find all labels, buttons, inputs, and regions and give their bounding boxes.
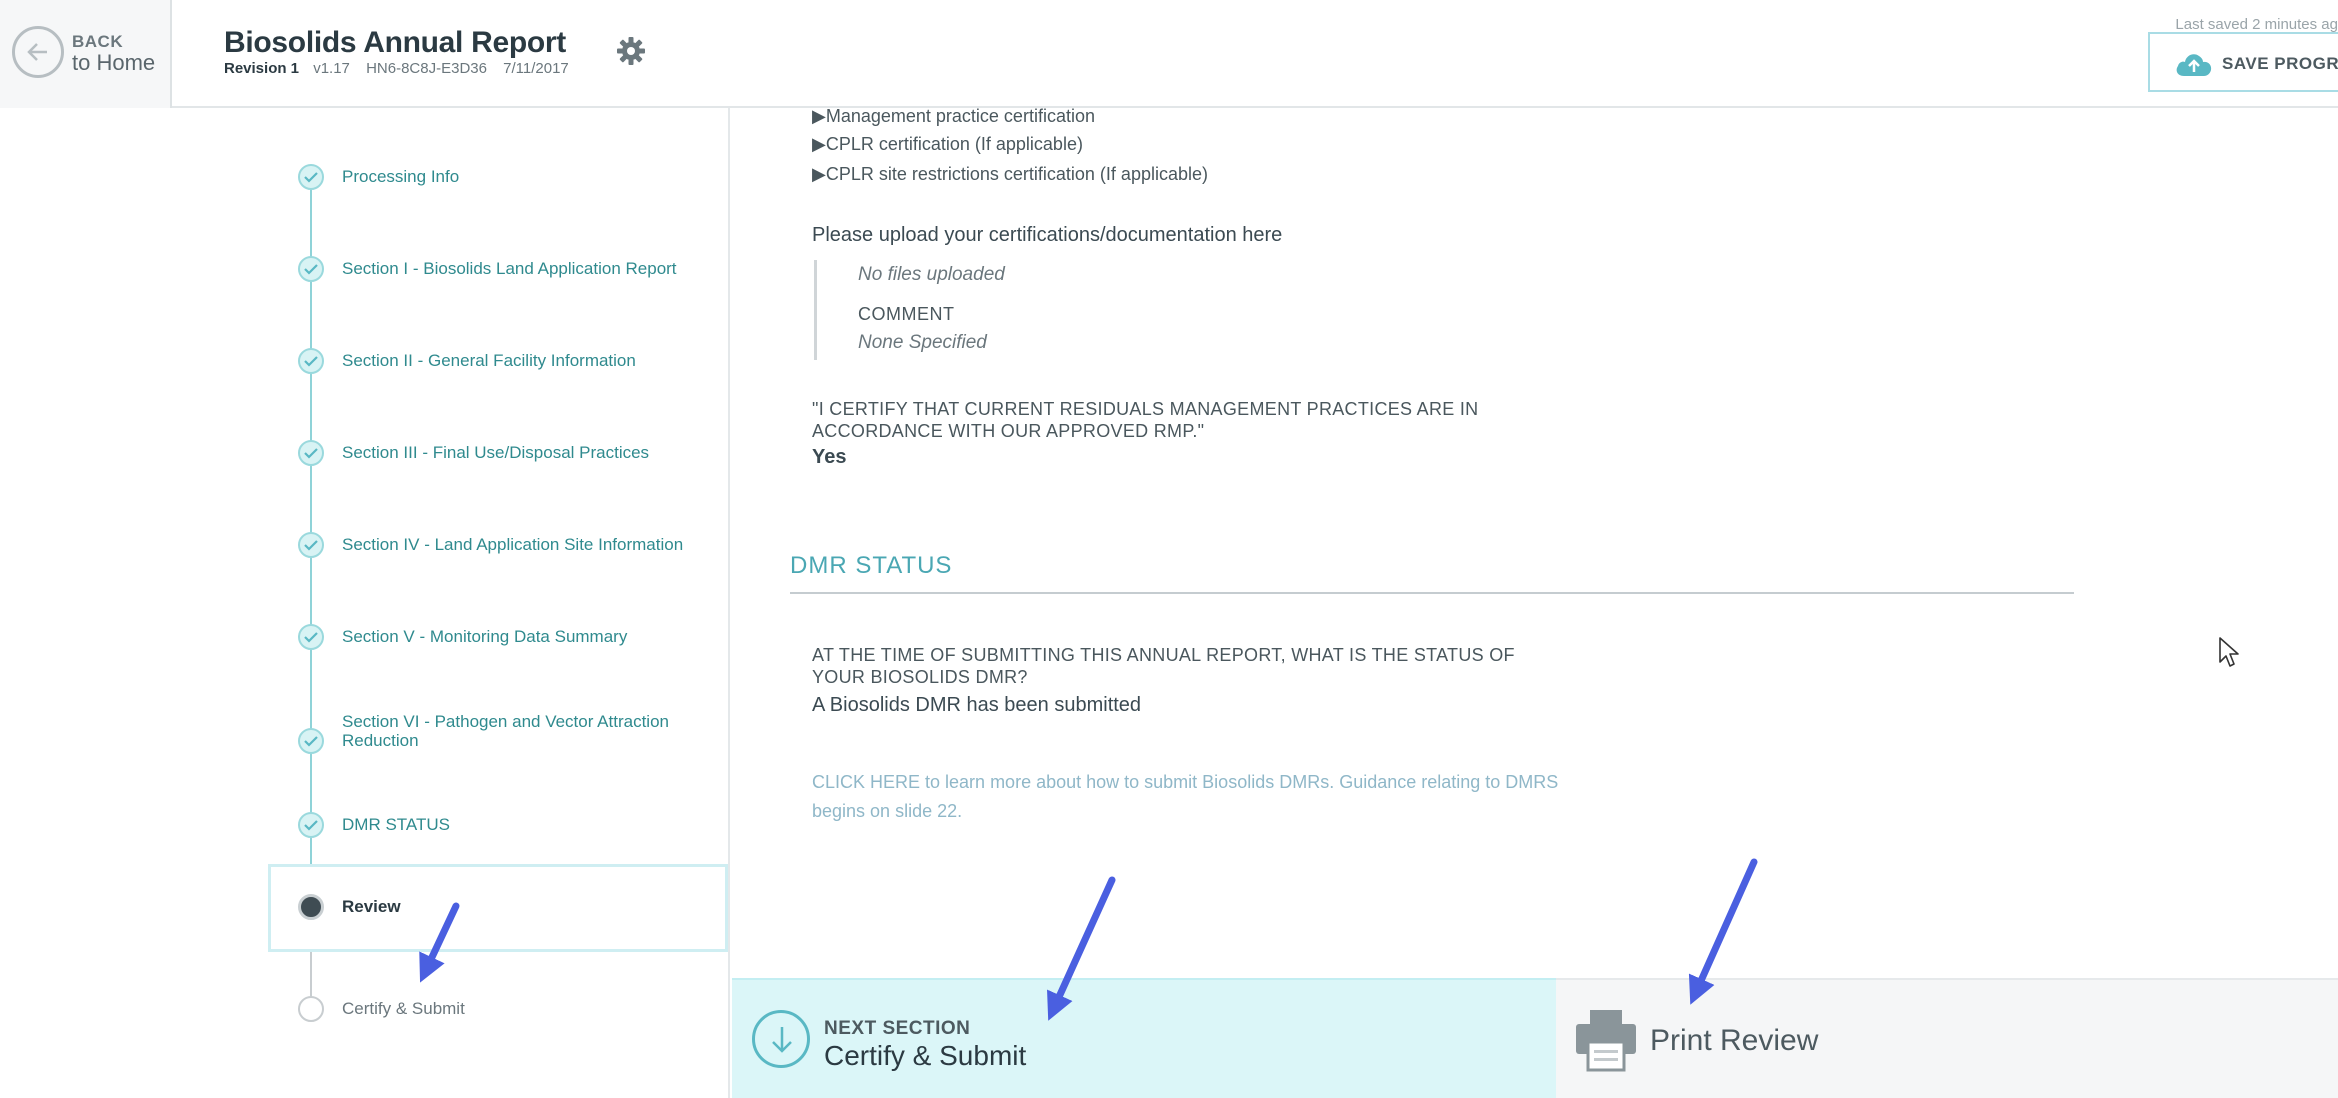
page-title: Biosolids Annual Report — [224, 26, 566, 59]
report-date: 7/11/2017 — [503, 60, 569, 77]
next-section-name: Certify & Submit — [824, 1040, 1027, 1071]
cloud-upload-icon — [2176, 54, 2212, 76]
section-divider — [790, 592, 2074, 594]
sidebar-item-label: Section III - Final Use/Disposal Practic… — [342, 443, 650, 462]
dmr-answer: A Biosolids DMR has been submitted — [812, 694, 1142, 716]
cert-list-item: ▶CPLR site restrictions certification (I… — [812, 164, 1208, 184]
print-review-label: Print Review — [1650, 1024, 1819, 1057]
printer-icon — [1576, 1010, 1636, 1072]
sidebar-item-section-5[interactable]: Section V - Monitoring Data Summary — [0, 608, 730, 668]
back-arrow-icon — [12, 26, 64, 78]
review-content: ▶Management practice certification ▶CPLR… — [732, 106, 2338, 978]
check-icon — [298, 812, 324, 838]
last-saved-status: Last saved 2 minutes ag — [2175, 16, 2338, 33]
sidebar-item-label: Section I - Biosolids Land Application R… — [342, 259, 677, 278]
comment-value: None Specified — [858, 332, 987, 353]
save-progress-button[interactable]: SAVE PROGRESS — [2148, 32, 2338, 92]
revision-label: Revision 1 — [224, 60, 300, 77]
dmr-status-heading: DMR STATUS — [790, 552, 953, 579]
back-label: BACK — [72, 32, 124, 51]
sidebar-item-section-2[interactable]: Section II - General Facility Informatio… — [0, 332, 730, 392]
upload-details-bar — [814, 260, 817, 360]
certify-answer: Yes — [812, 446, 847, 468]
current-step-highlight — [268, 864, 728, 952]
section-navigation: Processing Info Section I - Biosolids La… — [0, 108, 730, 1098]
check-icon — [298, 256, 324, 282]
upload-section-title: Please upload your certifications/docume… — [812, 224, 1283, 246]
sidebar-item-section-4[interactable]: Section IV - Land Application Site Infor… — [0, 516, 730, 576]
sidebar-item-section-1[interactable]: Section I - Biosolids Land Application R… — [0, 240, 730, 300]
report-meta: Revision 1 v1.17 HN6-8C8J-E3D36 7/11/201… — [224, 60, 581, 77]
comment-label: COMMENT — [858, 304, 955, 324]
check-icon — [298, 532, 324, 558]
sidebar-item-section-6[interactable]: Section VI - Pathogen and Vector Attract… — [0, 700, 730, 780]
check-icon — [298, 164, 324, 190]
check-icon — [298, 728, 324, 754]
sidebar-item-review[interactable]: Review — [0, 864, 730, 952]
sidebar-item-label: DMR STATUS — [342, 815, 450, 834]
cert-list-item: ▶Management practice certification — [812, 106, 1095, 126]
certify-question: "I CERTIFY THAT CURRENT RESIDUALS MANAGE… — [812, 399, 1479, 441]
no-files-text: No files uploaded — [858, 264, 1005, 285]
check-icon — [298, 440, 324, 466]
sidebar-item-label: Section II - General Facility Informatio… — [342, 351, 636, 370]
sidebar-item-section-3[interactable]: Section III - Final Use/Disposal Practic… — [0, 424, 730, 484]
sidebar-item-processing-info[interactable]: Processing Info — [0, 148, 730, 208]
current-step-icon — [298, 894, 324, 920]
sidebar-item-label: Review — [342, 897, 401, 916]
gear-icon[interactable] — [616, 36, 646, 71]
sidebar-item-label: Certify & Submit — [342, 999, 465, 1018]
check-icon — [298, 348, 324, 374]
back-to-home-button[interactable]: BACK to Home — [0, 0, 172, 108]
report-code: HN6-8C8J-E3D36 — [366, 60, 487, 77]
sidebar-item-certify-submit[interactable]: Certify & Submit — [0, 980, 730, 1040]
next-section-label: NEXT SECTION — [824, 1018, 971, 1039]
pending-step-icon — [298, 996, 324, 1022]
next-section-button[interactable]: NEXT SECTION Certify & Submit — [732, 978, 1556, 1098]
mouse-pointer-icon — [2218, 636, 2240, 673]
sidebar-item-dmr-status[interactable]: DMR STATUS — [0, 796, 730, 856]
version-label: v1.17 — [313, 60, 350, 77]
arrow-down-icon — [752, 1010, 810, 1068]
print-review-button[interactable]: Print Review — [1556, 978, 2338, 1098]
sidebar-item-label: Processing Info — [342, 167, 460, 186]
sidebar-item-label: Section V - Monitoring Data Summary — [342, 627, 628, 646]
dmr-question: AT THE TIME OF SUBMITTING THIS ANNUAL RE… — [812, 645, 1515, 687]
check-icon — [298, 624, 324, 650]
sidebar-item-label: Section VI - Pathogen and Vector Attract… — [342, 712, 669, 750]
save-progress-label: SAVE PROGRESS — [2222, 54, 2338, 73]
back-destination: to Home — [72, 50, 156, 75]
sidebar-item-label: Section IV - Land Application Site Infor… — [342, 535, 684, 554]
dmr-guidance-link[interactable]: CLICK HERE to learn more about how to su… — [812, 768, 1612, 826]
cert-list-item: ▶CPLR certification (If applicable) — [812, 134, 1083, 154]
app-header: BACK to Home Biosolids Annual Report Rev… — [0, 0, 2338, 108]
